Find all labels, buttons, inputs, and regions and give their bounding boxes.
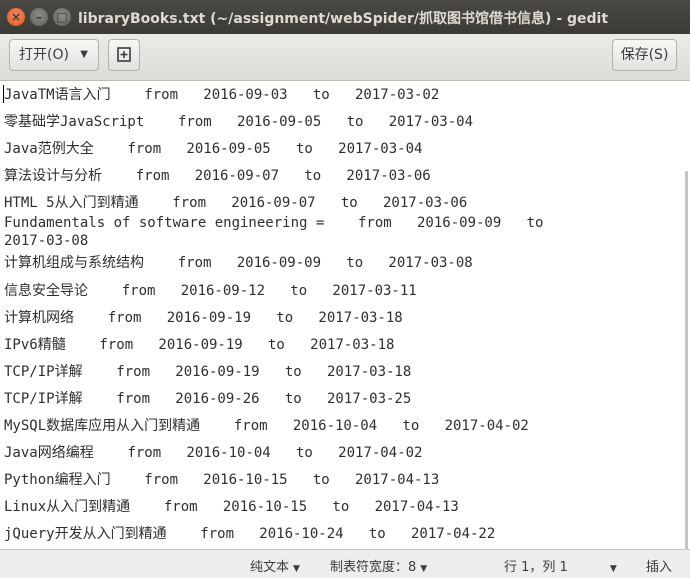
chevron-down-icon: ▼	[609, 564, 617, 574]
maximize-icon: □	[56, 10, 68, 24]
text-line[interactable]: jQuery开发从入门到精通 from 2016-10-24 to 2017-0…	[4, 525, 495, 543]
text-line[interactable]: Linux从入门到精通 from 2016-10-15 to 2017-04-1…	[4, 498, 459, 516]
text-line[interactable]: Python编程入门 from 2016-10-15 to 2017-04-13	[4, 471, 439, 489]
text-line[interactable]: TCP/IP详解 from 2016-09-19 to 2017-03-18	[4, 363, 411, 381]
text-line[interactable]: TCP/IP详解 from 2016-09-26 to 2017-03-25	[4, 390, 411, 408]
text-line[interactable]: 计算机组成与系统结构 from 2016-09-09 to 2017-03-08	[4, 254, 473, 272]
insert-mode-indicator: 插入	[646, 560, 673, 575]
close-window-button[interactable]: ×	[7, 8, 25, 26]
new-document-button[interactable]	[108, 39, 140, 71]
gedit-window: × – □ libraryBooks.txt (~/assignment/web…	[0, 0, 690, 578]
save-button-label: 保存(S)	[620, 47, 669, 63]
chevron-down-icon: ▼	[80, 49, 88, 60]
minimize-window-button[interactable]: –	[30, 8, 48, 26]
status-bar: 纯文本 ▼ 制表符宽度：8 ▼ 行 1，列 1 ▼ 插入	[0, 549, 690, 578]
window-title: libraryBooks.txt (~/assignment/webSpider…	[78, 11, 609, 27]
tab-width-label: 制表符宽度：8	[330, 560, 417, 575]
text-editor[interactable]: JavaTM语言入门 from 2016-09-03 to 2017-03-02…	[0, 81, 690, 549]
text-line[interactable]: Fundamentals of software engineering = f…	[4, 214, 543, 232]
vertical-scrollbar[interactable]	[685, 171, 688, 549]
new-document-icon	[117, 47, 131, 62]
chevron-down-icon: ▼	[293, 564, 300, 574]
header-bar: 打开(O) ▼ 保存(S)	[0, 34, 690, 81]
text-line[interactable]: IPv6精髓 from 2016-09-19 to 2017-03-18	[4, 336, 394, 354]
open-button-label: 打开(O)	[19, 47, 69, 63]
cursor-position-label: 行 1，列 1	[504, 560, 568, 575]
text-line[interactable]: HTML 5从入门到精通 from 2016-09-07 to 2017-03-…	[4, 194, 467, 212]
minimize-icon: –	[36, 10, 42, 24]
text-line[interactable]: 算法设计与分析 from 2016-09-07 to 2017-03-06	[4, 167, 431, 185]
chevron-down-icon: ▼	[420, 564, 428, 574]
text-line[interactable]: 2017-03-08	[4, 232, 88, 250]
text-line[interactable]: MySQL数据库应用从入门到精通 from 2016-10-04 to 2017…	[4, 417, 529, 435]
maximize-window-button[interactable]: □	[53, 8, 71, 26]
text-line[interactable]: 零基础学JavaScript from 2016-09-05 to 2017-0…	[4, 113, 473, 131]
save-button[interactable]: 保存(S)	[612, 39, 677, 71]
text-line[interactable]: JavaTM语言入门 from 2016-09-03 to 2017-03-02	[4, 86, 439, 104]
syntax-mode-label: 纯文本	[250, 560, 290, 575]
text-line[interactable]: Java网络编程 from 2016-10-04 to 2017-04-02	[4, 444, 422, 462]
cursor-position-selector[interactable]: 行 1，列 1 ▼	[504, 556, 617, 575]
syntax-mode-selector[interactable]: 纯文本 ▼	[250, 556, 300, 575]
open-button[interactable]: 打开(O) ▼	[9, 39, 99, 71]
tab-width-selector[interactable]: 制表符宽度：8 ▼	[330, 556, 427, 575]
text-line[interactable]: 信息安全导论 from 2016-09-12 to 2017-03-11	[4, 282, 417, 300]
text-line[interactable]: Java范例大全 from 2016-09-05 to 2017-03-04	[4, 140, 422, 158]
text-line[interactable]: 计算机网络 from 2016-09-19 to 2017-03-18	[4, 309, 403, 327]
close-icon: ×	[10, 10, 22, 24]
title-bar[interactable]: × – □ libraryBooks.txt (~/assignment/web…	[0, 0, 690, 34]
